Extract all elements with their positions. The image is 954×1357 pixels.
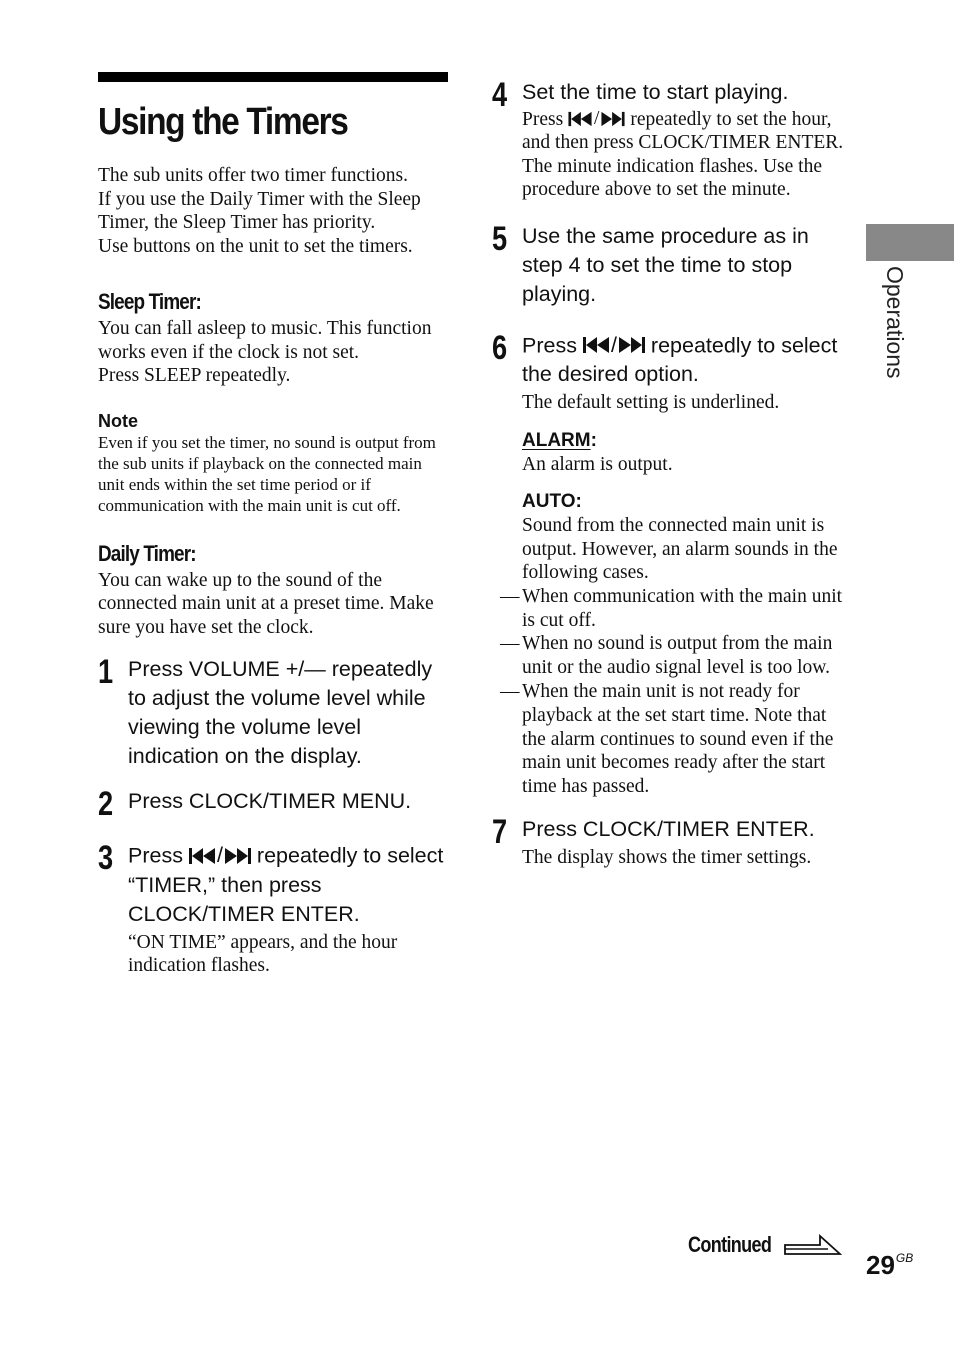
step-number: 5 <box>492 219 507 258</box>
option-auto-text: Sound from the connected main unit is ou… <box>522 515 838 584</box>
prev-next-buttons: / <box>582 331 645 360</box>
sleep-timer-instruction: Press SLEEP repeatedly. <box>98 365 291 386</box>
section-tab-label: Operations <box>882 266 908 379</box>
continued-indicator: Continued <box>688 1232 842 1258</box>
previous-track-icon <box>188 847 215 864</box>
separator: / <box>610 332 617 357</box>
separator: / <box>594 108 600 129</box>
separator: / <box>216 843 223 867</box>
previous-track-icon <box>582 337 609 354</box>
note-heading: Note <box>98 410 138 431</box>
step-instruction: Press VOLUME +/— repeatedly to adjust th… <box>128 657 433 768</box>
page-region-code: GB <box>895 1251 914 1265</box>
option-alarm-text: An alarm is output. <box>522 453 673 475</box>
intro-line: If you use the Daily Timer with the Slee… <box>98 188 421 234</box>
left-column: Using the Timers The sub units offer two… <box>98 72 448 978</box>
step-number: 3 <box>98 839 113 877</box>
step-instruction: Press CLOCK/TIMER ENTER. <box>522 816 815 841</box>
right-column: 4 Set the time to start playing. Press /… <box>492 78 847 869</box>
sleep-timer-text: You can fall asleep to music. This funct… <box>98 318 432 363</box>
step-instruction: Press / repeatedly to select the desired… <box>522 331 838 387</box>
daily-timer-heading: Daily Timer: <box>98 540 197 566</box>
step-number: 2 <box>98 785 113 823</box>
step-number: 7 <box>492 812 507 851</box>
step-7: 7 Press CLOCK/TIMER ENTER. The display s… <box>492 815 847 870</box>
list-item: — When the main unit is not ready for pla… <box>500 680 834 798</box>
next-track-icon <box>618 337 645 354</box>
title-rule <box>98 72 448 82</box>
step-detail: The default setting is underlined. <box>522 392 780 414</box>
list-item: — When communication with the main unit i… <box>500 585 843 631</box>
step-instruction: Use the same procedure as in step 4 to s… <box>522 223 809 306</box>
page-title: Using the Timers <box>98 101 349 143</box>
step-instruction: Press / repeatedly to select “TIMER,” th… <box>128 841 444 926</box>
step-4: 4 Set the time to start playing. Press /… <box>492 78 847 202</box>
option-auto-cases: — When communication with the main unit i… <box>500 585 847 799</box>
step-number: 4 <box>492 76 507 114</box>
option-alarm-heading: ALARM: <box>522 429 597 451</box>
prev-next-buttons: / <box>188 841 251 870</box>
step-2: 2 Press CLOCK/TIMER MENU. <box>98 787 448 821</box>
intro-line: The sub units offer two timer functions. <box>98 165 408 186</box>
next-track-icon <box>224 847 251 864</box>
step-detail: The display shows the timer settings. <box>522 846 812 868</box>
option-auto-heading: AUTO: <box>522 491 582 513</box>
section-tab-marker <box>866 224 954 261</box>
intro-line: Use buttons on the unit to set the timer… <box>98 235 413 257</box>
continued-arrow-icon <box>784 1234 842 1255</box>
step-instruction: Press CLOCK/TIMER MENU. <box>128 789 412 813</box>
next-track-icon <box>601 111 626 126</box>
step-instruction: Set the time to start playing. <box>522 80 789 104</box>
step-result: “ON TIME” appears, and the hour indicati… <box>128 931 398 977</box>
step-number: 6 <box>492 328 507 367</box>
step-6: 6 Press / repeatedly to select the desir… <box>492 331 847 799</box>
page-number: 29GB <box>866 1250 914 1280</box>
note-text: Even if you set the timer, no sound is o… <box>98 432 436 515</box>
previous-track-icon <box>568 111 592 126</box>
continued-label: Continued <box>688 1232 772 1257</box>
step-1: 1 Press VOLUME +/— repeatedly to adjust … <box>98 655 448 771</box>
option-alarm-label: ALARM <box>522 429 591 451</box>
step-3: 3 Press / repeatedly to select “TIMER,” … <box>98 841 448 978</box>
sleep-timer-heading: Sleep Timer: <box>98 289 202 314</box>
step-5: 5 Use the same procedure as in step 4 to… <box>492 222 847 309</box>
prev-next-buttons: / <box>568 107 626 131</box>
daily-timer-text: You can wake up to the sound of the conn… <box>98 569 434 638</box>
step-detail: Press / repeatedly to set the hour, and … <box>522 107 844 154</box>
intro-text: The sub units offer two timer functions.… <box>98 164 448 258</box>
step-detail: The minute indication flashes. Use the p… <box>522 155 823 201</box>
list-item: — When no sound is output from the main u… <box>500 633 833 679</box>
step-number: 1 <box>98 653 113 691</box>
